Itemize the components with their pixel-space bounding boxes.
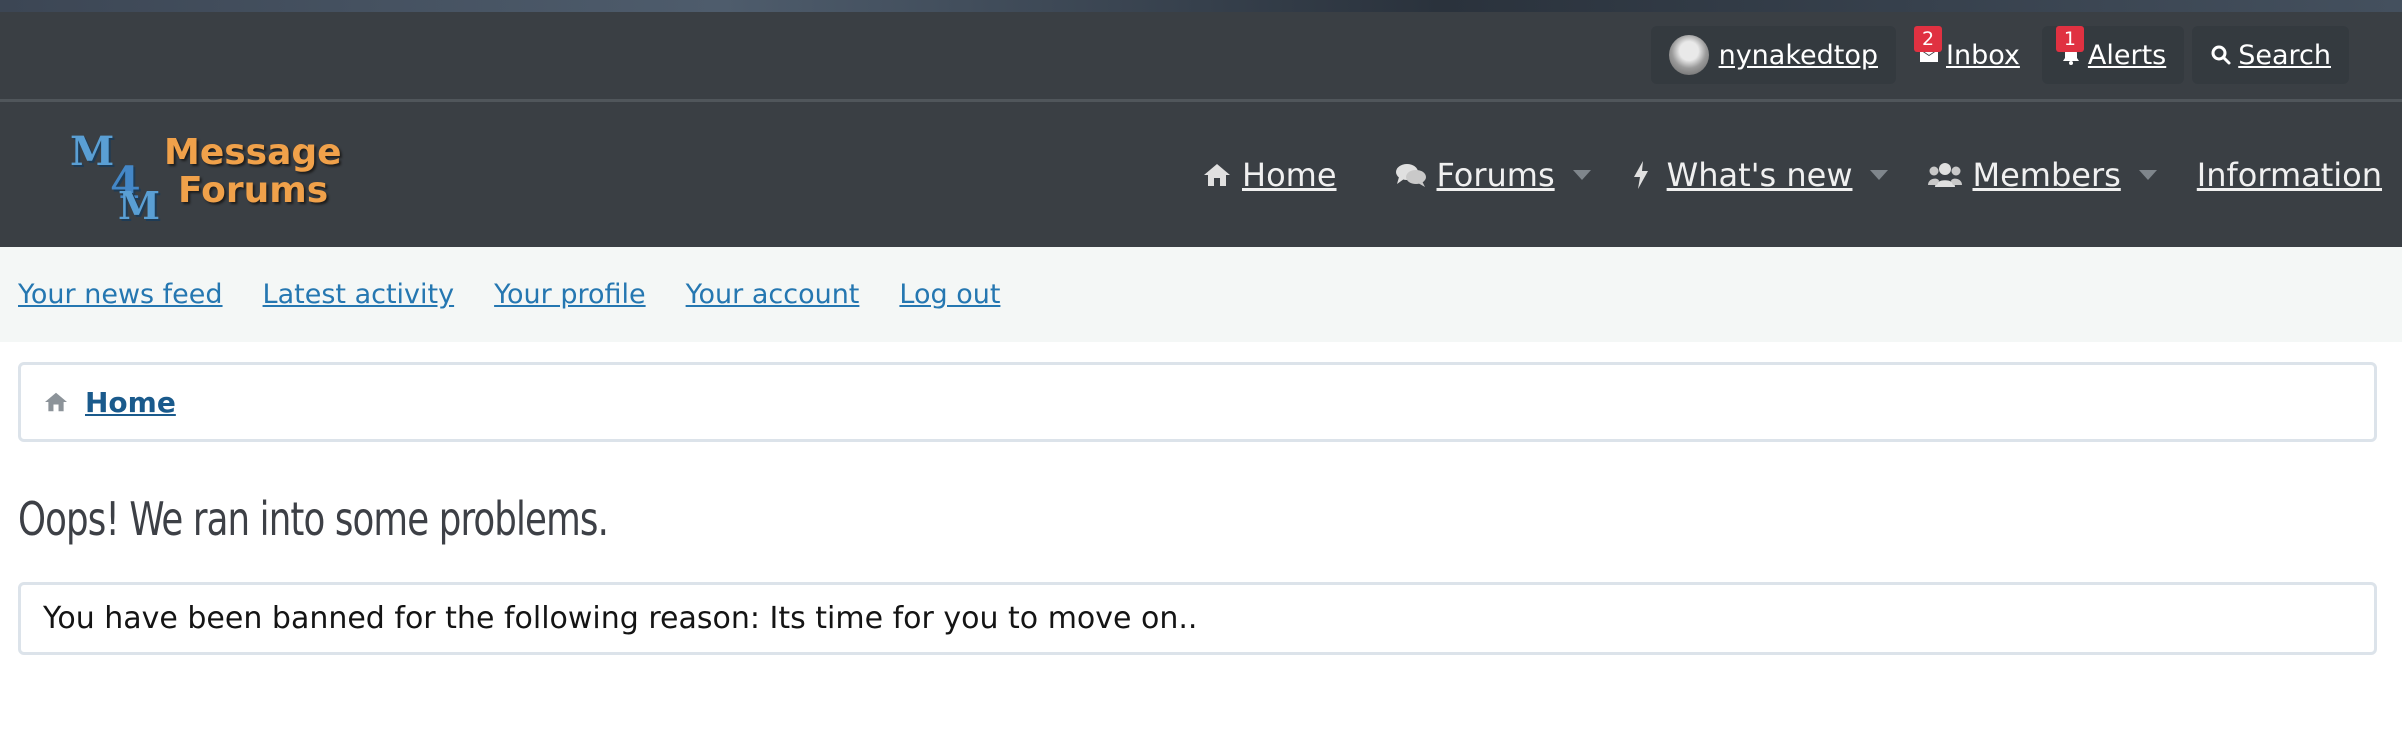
chevron-down-icon[interactable] — [1870, 170, 1889, 180]
sub-nav: Your news feed Latest activity Your prof… — [0, 247, 2402, 342]
account-links: nynakedtop 2 Inbox 1 Alerts Search — [1650, 26, 2349, 84]
header-background-image — [0, 0, 2402, 12]
alerts-label: Alerts — [2087, 39, 2167, 71]
nav-home[interactable]: Home — [1188, 142, 1351, 208]
error-message-text: You have been banned for the following r… — [43, 601, 1198, 636]
nav-members[interactable]: Members — [1914, 142, 2182, 208]
alerts-link[interactable]: 1 Alerts — [2041, 26, 2185, 84]
subnav-your-account[interactable]: Your account — [686, 279, 860, 310]
subnav-log-out[interactable]: Log out — [899, 279, 1000, 310]
home-icon — [1204, 164, 1230, 186]
inbox-label: Inbox — [1946, 39, 2020, 71]
users-icon — [1928, 163, 1963, 187]
alerts-count-badge: 1 — [2055, 26, 2084, 52]
nav-forums-label: Forums — [1436, 156, 1555, 194]
inbox-link[interactable]: 2 Inbox — [1904, 26, 2034, 84]
username-label: nynakedtop — [1718, 39, 1878, 71]
logo-line2: Forums — [178, 170, 329, 211]
nav-information[interactable]: Information — [2183, 142, 2396, 208]
primary-nav: Home Forums What's new Members Informati… — [1188, 142, 2396, 208]
user-menu-link[interactable]: nynakedtop — [1650, 26, 1896, 84]
page-title: Oops! We ran into some problems. — [18, 492, 609, 546]
comments-icon — [1395, 164, 1426, 187]
home-icon — [45, 392, 67, 412]
subnav-news-feed[interactable]: Your news feed — [18, 279, 223, 310]
error-message-box: You have been banned for the following r… — [18, 582, 2377, 655]
main-navbar: M 4 M Message Forums Home Forums What's … — [0, 102, 2402, 247]
search-label: Search — [2238, 39, 2331, 71]
nav-home-label: Home — [1242, 156, 1337, 194]
subnav-your-profile[interactable]: Your profile — [494, 279, 646, 310]
account-bar: nynakedtop 2 Inbox 1 Alerts Search — [0, 0, 2402, 102]
logo-letter-m1: M — [70, 128, 115, 175]
nav-whats-new-label: What's new — [1666, 156, 1853, 194]
nav-whats-new[interactable]: What's new — [1617, 142, 1915, 208]
chevron-down-icon[interactable] — [2138, 170, 2157, 180]
logo-letter-m2: M — [118, 183, 161, 228]
nav-information-label: Information — [2196, 156, 2383, 194]
logo-line1: Message — [164, 132, 342, 173]
nav-members-label: Members — [1972, 156, 2121, 194]
breadcrumb-home-link[interactable]: Home — [85, 386, 176, 419]
nav-forums[interactable]: Forums — [1381, 142, 1617, 208]
inbox-count-badge: 2 — [1914, 26, 1943, 52]
search-link[interactable]: Search — [2192, 26, 2349, 84]
breadcrumb: Home — [18, 362, 2377, 442]
chevron-down-icon[interactable] — [1572, 170, 1591, 180]
site-logo[interactable]: M 4 M Message Forums — [66, 126, 356, 226]
subnav-latest-activity[interactable]: Latest activity — [263, 279, 455, 310]
bolt-icon — [1633, 161, 1648, 189]
avatar — [1668, 35, 1709, 75]
search-icon — [2211, 45, 2231, 65]
